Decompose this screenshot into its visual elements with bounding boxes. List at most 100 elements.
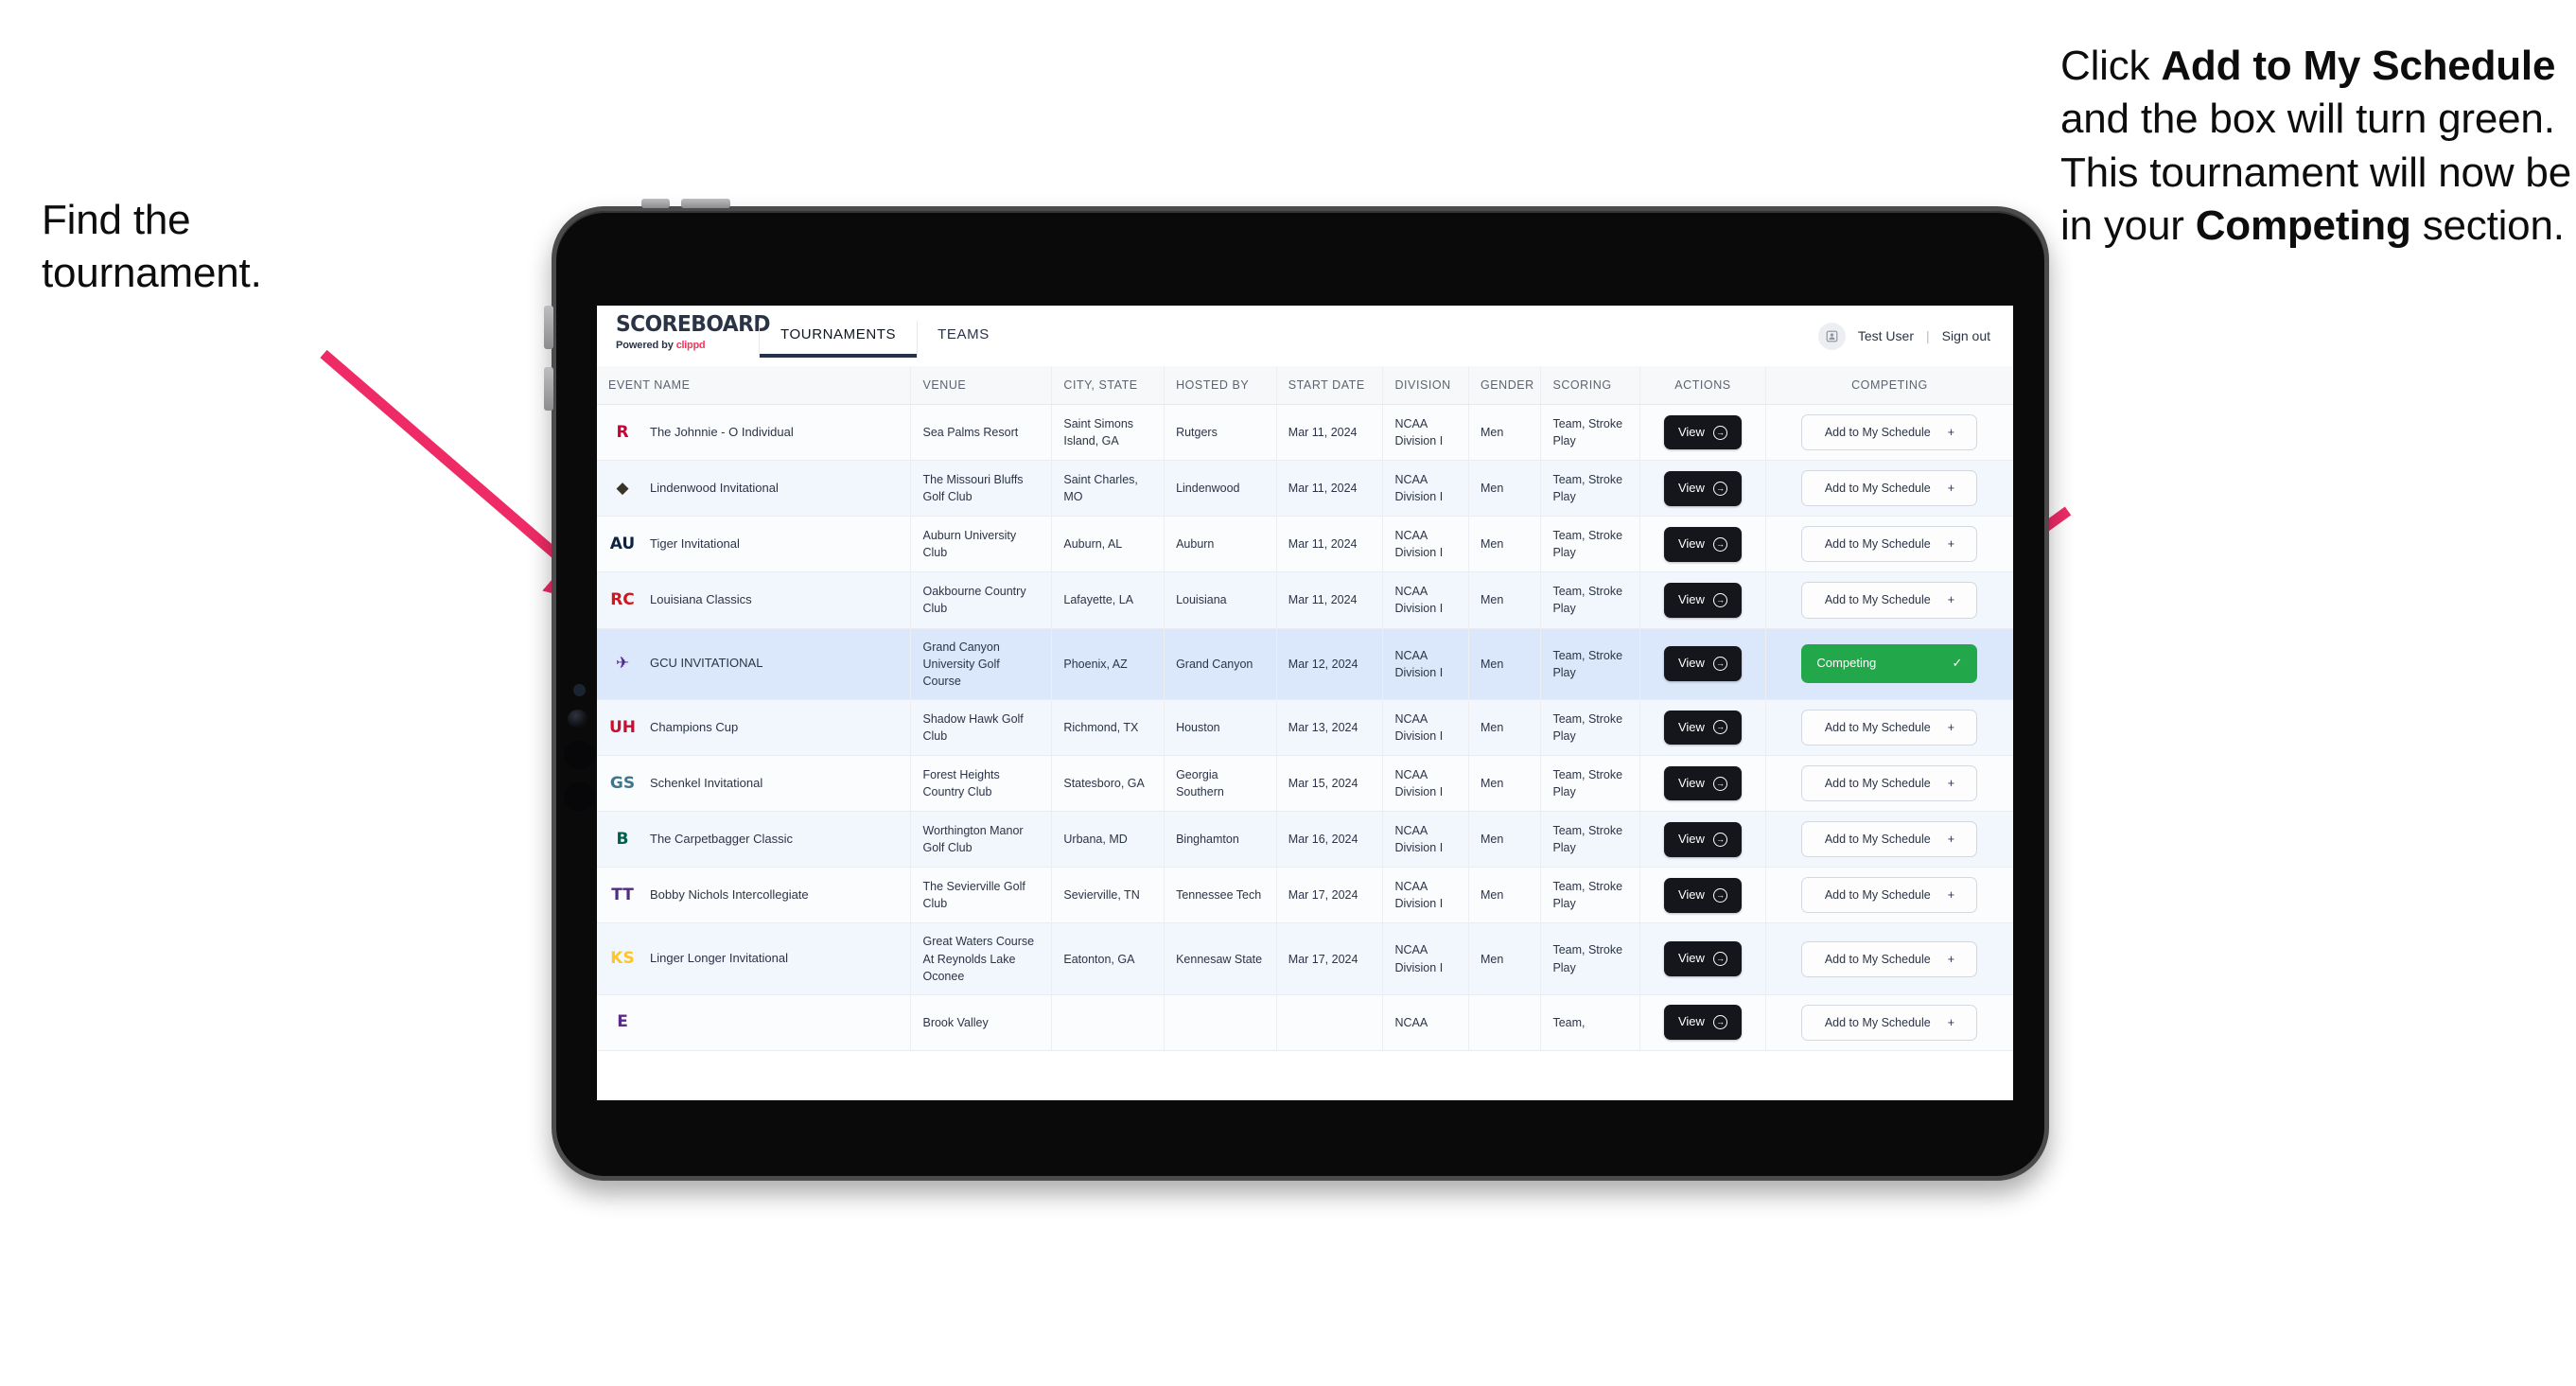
top-button[interactable] — [681, 199, 730, 208]
user-name[interactable]: Test User — [1858, 328, 1914, 343]
cell-competing: Add to My Schedule + — [1765, 922, 2013, 995]
cell-hosted-by: Georgia Southern — [1164, 755, 1277, 813]
sign-out-link[interactable]: Sign out — [1942, 328, 1990, 343]
tab-teams[interactable]: TEAMS — [917, 321, 1010, 358]
table-row[interactable]: B The Carpetbagger Classic Worthington Man… — [597, 811, 2013, 868]
view-button[interactable]: View → — [1663, 877, 1742, 913]
annotation-right: Click Add to My Schedule and the box wil… — [2060, 40, 2576, 253]
table-row[interactable]: R The Johnnie - O Individual Sea Palms Res… — [597, 404, 2013, 462]
add-to-my-schedule-button[interactable]: Add to My Schedule + — [1801, 526, 1978, 563]
view-button[interactable]: View → — [1663, 765, 1742, 801]
circle-arrow-icon: → — [1712, 952, 1727, 967]
volume-up-button[interactable] — [544, 306, 553, 349]
view-button-label: View — [1677, 719, 1705, 734]
cell-competing: Add to My Schedule + — [1765, 699, 2013, 757]
view-button[interactable]: View → — [1663, 646, 1742, 682]
table-row[interactable]: RC Louisiana Classics Oakbourne Country Cl… — [597, 571, 2013, 629]
cell-division: NCAA — [1382, 994, 1469, 1051]
tournaments-table-container[interactable]: EVENT NAME VENUE CITY, STATE HOSTED BY S… — [597, 366, 2013, 1051]
add-to-my-schedule-button[interactable]: Add to My Schedule + — [1801, 582, 1978, 619]
brand-title: SCOREBOARD — [616, 312, 770, 337]
event-name-label: Linger Longer Invitational — [650, 951, 788, 966]
view-button[interactable]: View → — [1663, 941, 1742, 976]
view-button-label: View — [1677, 535, 1705, 551]
column-header-actions: ACTIONS — [1639, 366, 1766, 405]
add-to-my-schedule-button[interactable]: Add to My Schedule + — [1801, 414, 1978, 451]
cell-actions: View → — [1639, 404, 1766, 462]
cell-venue: Forest Heights Country Club — [910, 755, 1053, 813]
cell-competing: Add to My Schedule + — [1765, 867, 2013, 924]
table-row[interactable]: AU Tiger Invitational Auburn University Cl… — [597, 516, 2013, 573]
cell-start-date: Mar 15, 2024 — [1276, 755, 1384, 813]
view-button[interactable]: View → — [1663, 710, 1742, 746]
column-header-start-date[interactable]: START DATE — [1276, 366, 1384, 405]
column-header-venue[interactable]: VENUE — [910, 366, 1053, 405]
cell-competing: Add to My Schedule + — [1765, 516, 2013, 573]
column-header-gender[interactable]: GENDER — [1468, 366, 1542, 405]
view-button-label: View — [1677, 656, 1705, 671]
auburn-logo: AU — [609, 534, 636, 553]
cell-hosted-by: Tennessee Tech — [1164, 867, 1277, 924]
power-button[interactable] — [641, 199, 670, 208]
cell-event-name: UH Champions Cup — [597, 699, 912, 757]
header-separator: | — [1925, 328, 1930, 343]
user-avatar-icon[interactable] — [1817, 322, 1846, 350]
cell-hosted-by: Lindenwood — [1164, 460, 1277, 518]
cell-venue: Worthington Manor Golf Club — [910, 811, 1053, 868]
main-nav: TOURNAMENTS TEAMS — [760, 306, 1010, 366]
table-row[interactable]: ◆ Lindenwood Invitational The Missouri Blu… — [597, 460, 2013, 518]
cell-actions: View → — [1639, 571, 1766, 629]
cell-start-date: Mar 17, 2024 — [1276, 922, 1384, 995]
cell-event-name: B The Carpetbagger Classic — [597, 811, 912, 868]
column-header-scoring[interactable]: SCORING — [1540, 366, 1641, 405]
table-row[interactable]: E Brook Valley NCAA Team, View → Add to My Sch… — [597, 994, 2013, 1051]
add-to-my-schedule-button[interactable]: Add to My Schedule + — [1801, 821, 1978, 858]
view-button[interactable]: View → — [1663, 414, 1742, 450]
cell-hosted-by — [1164, 994, 1277, 1051]
add-to-my-schedule-button[interactable]: Add to My Schedule + — [1801, 470, 1978, 507]
column-header-division[interactable]: DIVISION — [1382, 366, 1469, 405]
add-to-my-schedule-label: Add to My Schedule — [1824, 593, 1931, 607]
add-to-my-schedule-button[interactable]: Add to My Schedule + — [1801, 877, 1978, 914]
app-screen: SCOREBOARD Powered by clippd TOURNAMENTS… — [597, 306, 2013, 1100]
table-row[interactable]: UH Champions Cup Shadow Hawk Golf Club Rich… — [597, 699, 2013, 757]
table-row[interactable]: GS Schenkel Invitational Forest Heights Co… — [597, 755, 2013, 813]
add-to-my-schedule-label: Add to My Schedule — [1824, 426, 1931, 439]
view-button-label: View — [1677, 592, 1705, 607]
table-row[interactable]: TT Bobby Nichols Intercollegiate The Sevie… — [597, 867, 2013, 924]
cell-hosted-by: Louisiana — [1164, 571, 1277, 629]
cell-gender — [1468, 994, 1542, 1051]
volume-down-button[interactable] — [544, 367, 553, 411]
add-to-my-schedule-button[interactable]: Add to My Schedule + — [1801, 1004, 1978, 1041]
table-row[interactable]: ✈ GCU INVITATIONAL Grand Canyon University… — [597, 628, 2013, 700]
cell-venue: Auburn University Club — [910, 516, 1053, 573]
view-button[interactable]: View → — [1663, 583, 1742, 618]
cell-venue: The Sevierville Golf Club — [910, 867, 1053, 924]
view-button[interactable]: View → — [1663, 470, 1742, 506]
cell-division: NCAA Division I — [1382, 404, 1469, 462]
add-to-my-schedule-button[interactable]: Add to My Schedule + — [1801, 940, 1978, 977]
annotation-right-bold2: Competing — [2195, 202, 2411, 249]
add-to-my-schedule-label: Add to My Schedule — [1824, 720, 1931, 734]
column-header-hosted-by[interactable]: HOSTED BY — [1164, 366, 1277, 405]
tab-tournaments[interactable]: TOURNAMENTS — [760, 321, 918, 358]
view-button[interactable]: View → — [1663, 821, 1742, 857]
view-button[interactable]: View → — [1663, 526, 1742, 562]
cell-actions: View → — [1639, 460, 1766, 518]
column-header-city-state[interactable]: CITY, STATE — [1051, 366, 1165, 405]
column-header-event-name[interactable]: EVENT NAME — [597, 366, 912, 405]
view-button[interactable]: View → — [1663, 1005, 1742, 1041]
add-to-my-schedule-button[interactable]: Add to My Schedule + — [1801, 709, 1978, 746]
event-name-label: Lindenwood Invitational — [650, 480, 779, 495]
competing-button[interactable]: Competing ✓ — [1801, 644, 1978, 684]
add-to-my-schedule-button[interactable]: Add to My Schedule + — [1801, 765, 1978, 802]
cell-actions: View → — [1639, 516, 1766, 573]
table-row[interactable]: KS Linger Longer Invitational Great Waters… — [597, 922, 2013, 995]
cell-gender: Men — [1468, 571, 1542, 629]
plus-icon: + — [1947, 888, 1955, 903]
cell-actions: View → — [1639, 755, 1766, 813]
circle-arrow-icon: → — [1712, 536, 1727, 552]
cell-city-state — [1051, 994, 1165, 1051]
speaker-hole-icon — [564, 782, 595, 811]
cell-division: NCAA Division I — [1382, 571, 1469, 629]
